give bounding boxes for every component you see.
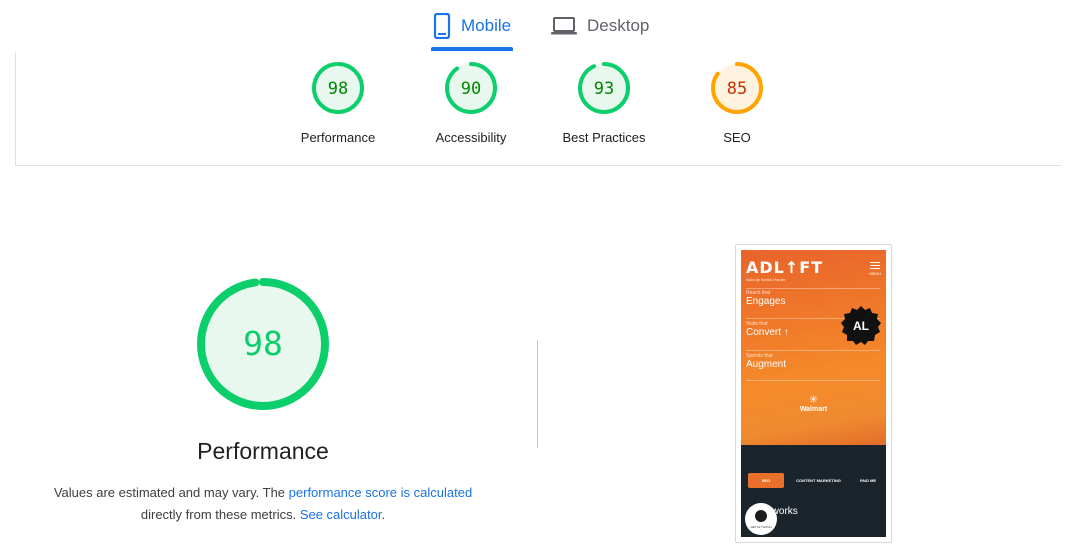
main-score-value: 98 xyxy=(243,324,283,363)
score-gauge-seo[interactable]: 85 SEO xyxy=(682,60,792,145)
services-section: SEO CONTENT MARKETING PAID ME hat works … xyxy=(741,445,886,537)
walmart-logo: Walmart xyxy=(799,406,828,413)
laptop-icon xyxy=(551,17,577,35)
service-pill-seo: SEO xyxy=(748,473,784,488)
screenshot-content: ADL↑FT Nobody Works Harder MENU Reach th… xyxy=(741,250,886,537)
score-note: Values are estimated and may vary. The p… xyxy=(40,482,486,526)
note-prefix: Values are estimated and may vary. The xyxy=(53,485,289,500)
score-label: Best Practices xyxy=(562,130,646,145)
menu-label: MENU xyxy=(869,271,881,276)
chat-bubble-icon xyxy=(755,510,767,522)
al-badge-icon: AL xyxy=(841,306,881,345)
chat-label: GET IN TOUCH xyxy=(750,525,772,529)
service-pill-paid: PAID ME xyxy=(859,478,877,483)
performance-score-link[interactable]: performance score is calculated xyxy=(289,485,473,500)
note-middle: directly from these metrics. xyxy=(140,507,300,522)
tab-desktop-label: Desktop xyxy=(587,16,650,35)
hero-row: Spends that Augment xyxy=(746,353,880,370)
score-value: 98 xyxy=(328,79,348,99)
score-gauge-best-practices[interactable]: 93 Best Practices xyxy=(549,60,659,145)
section-divider xyxy=(15,165,1061,166)
note-suffix: . xyxy=(381,507,386,522)
hero-row-big: Augment xyxy=(746,359,787,370)
main-score-title: Performance xyxy=(197,438,329,464)
score-label: Accessibility xyxy=(435,130,507,145)
main-performance-gauge: 98 xyxy=(197,278,329,410)
score-label: Performance xyxy=(300,130,376,145)
gauge-ring: 93 xyxy=(578,62,630,114)
gauge-ring: 85 xyxy=(711,62,763,114)
row-divider xyxy=(746,350,880,351)
panel-border xyxy=(15,52,16,166)
score-value: 90 xyxy=(461,79,481,99)
score-value: 85 xyxy=(727,79,747,99)
tab-desktop[interactable]: Desktop xyxy=(551,0,649,52)
badge-text: AL xyxy=(853,319,869,333)
row-divider xyxy=(746,380,880,381)
walmart-spark-icon: ✳ xyxy=(808,394,819,406)
chat-widget: GET IN TOUCH xyxy=(745,503,777,535)
tab-mobile-label: Mobile xyxy=(461,16,512,35)
row-divider xyxy=(746,288,880,289)
score-value: 93 xyxy=(594,79,614,99)
gauge-ring: 98 xyxy=(312,62,364,114)
site-logo: ADL↑FT xyxy=(746,258,824,277)
gauge-ring: 90 xyxy=(445,62,497,114)
smartphone-icon xyxy=(433,13,451,39)
score-label: SEO xyxy=(723,130,751,145)
score-gauge-accessibility[interactable]: 90 Accessibility xyxy=(416,60,526,145)
final-screenshot-thumbnail[interactable]: ADL↑FT Nobody Works Harder MENU Reach th… xyxy=(735,244,892,543)
site-tagline: Nobody Works Harder xyxy=(746,277,786,282)
hamburger-menu-icon xyxy=(870,262,880,271)
device-tabs: Mobile Desktop xyxy=(0,0,1068,52)
score-gauge-performance[interactable]: 98 Performance xyxy=(283,60,393,145)
tab-mobile[interactable]: Mobile xyxy=(433,0,511,52)
service-pill-content-marketing: CONTENT MARKETING xyxy=(796,478,841,483)
active-tab-indicator xyxy=(431,47,513,51)
vertical-divider xyxy=(537,340,538,448)
see-calculator-link[interactable]: See calculator xyxy=(300,507,382,522)
